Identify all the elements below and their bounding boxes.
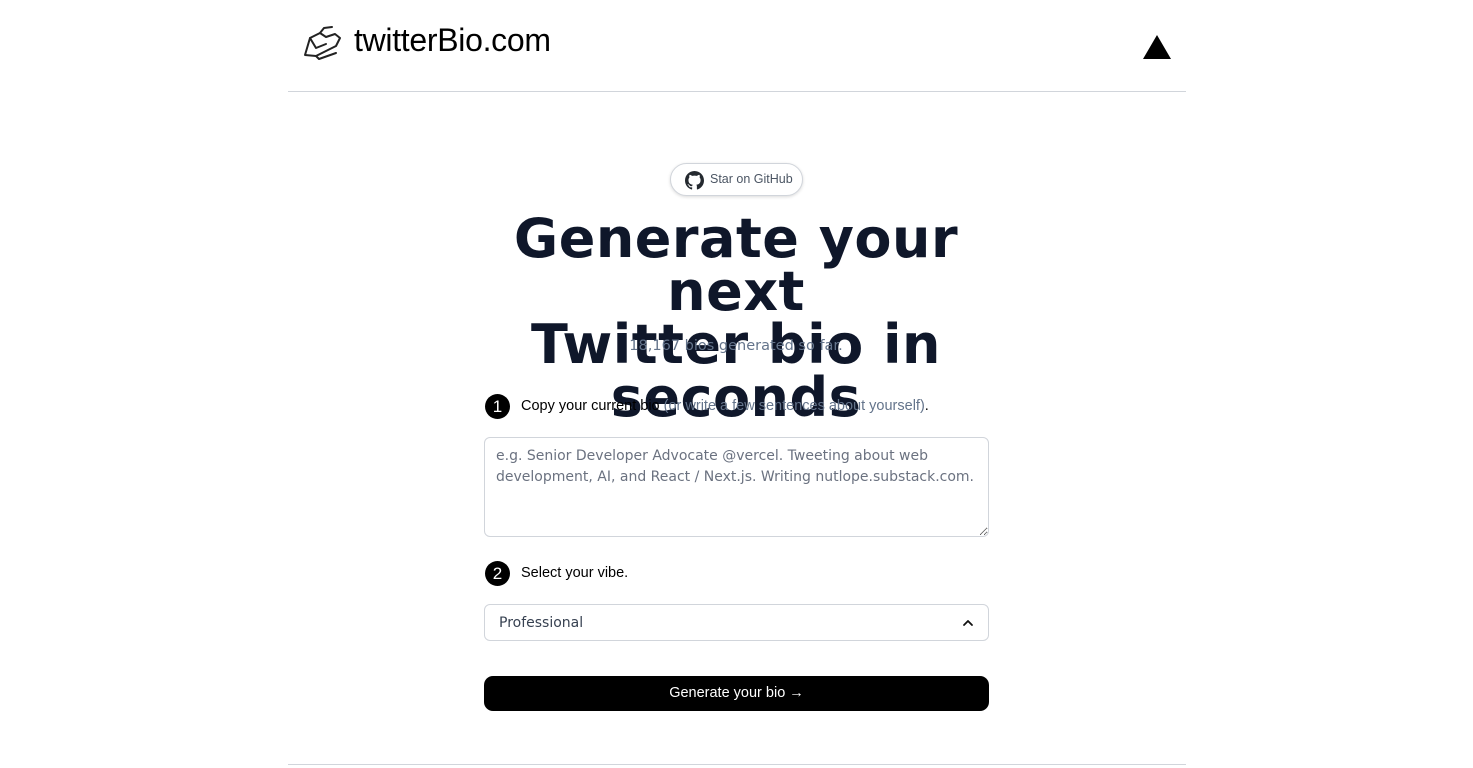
vercel-triangle-icon[interactable] xyxy=(1142,34,1172,60)
github-button-label: Star on GitHub xyxy=(710,172,793,186)
step-1-hint: (or write a few sentences about yourself… xyxy=(663,398,925,414)
step-1-period: . xyxy=(924,398,929,414)
writing-hand-icon[interactable] xyxy=(302,24,344,62)
site-header: twitterBio.com xyxy=(288,0,1186,92)
step-1-badge: 1 xyxy=(485,394,510,419)
github-icon xyxy=(685,171,704,190)
star-on-github-button[interactable]: Star on GitHub xyxy=(670,163,803,196)
bio-textarea[interactable] xyxy=(484,437,989,537)
chevron-up-icon xyxy=(963,620,973,626)
title-line-1: Generate your next xyxy=(513,207,959,323)
bios-generated-count: 18,167 bios generated so far. xyxy=(629,338,843,354)
step-1-instruction: Copy your current bio (or write a few se… xyxy=(521,398,929,414)
step-2-badge: 2 xyxy=(485,561,510,586)
page-title: Generate your next Twitter bio in second… xyxy=(436,212,1036,425)
vibe-selected-value: Professional xyxy=(499,615,584,631)
step-2-instruction: Select your vibe. xyxy=(521,565,629,581)
brand-name[interactable]: twitterBio.com xyxy=(354,22,551,59)
footer-divider xyxy=(288,764,1186,765)
step-1-text: Copy your current bio xyxy=(521,398,660,414)
vibe-select[interactable]: Professional xyxy=(484,604,989,641)
generate-bio-button[interactable]: Generate your bio → xyxy=(484,676,989,711)
